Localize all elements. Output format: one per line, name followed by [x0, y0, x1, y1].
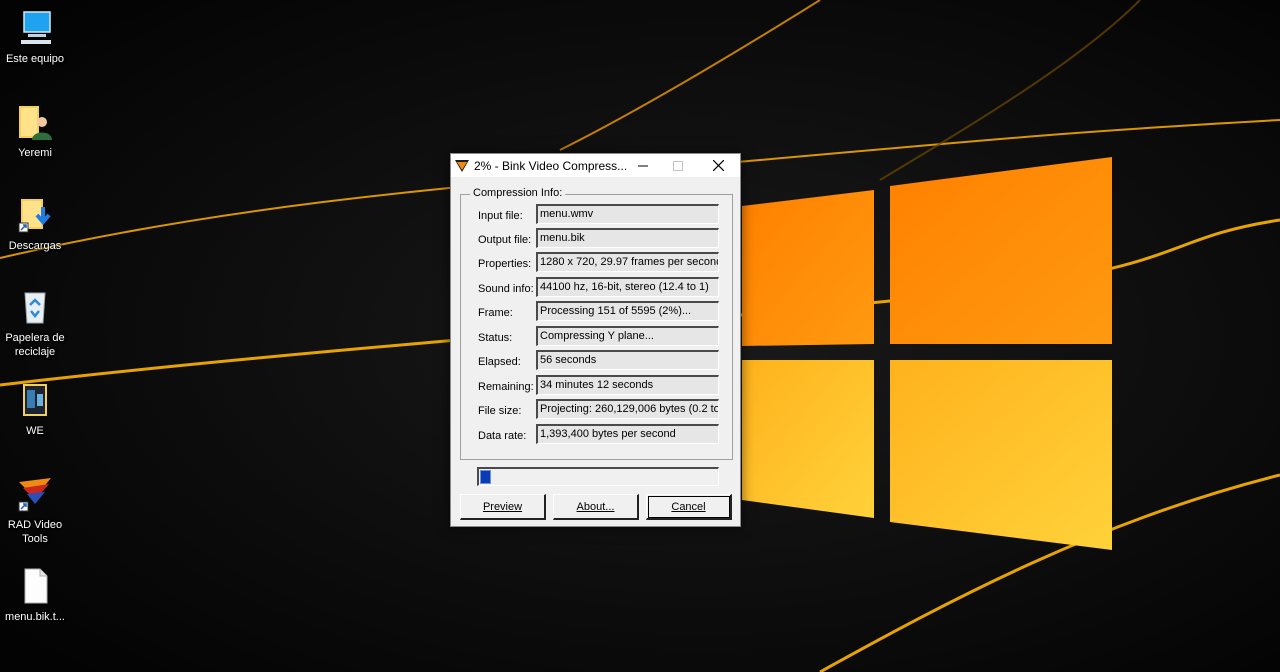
file-size-label: File size:	[478, 405, 522, 417]
remaining-label: Remaining:	[478, 381, 534, 393]
recycle-bin-icon	[24, 292, 46, 324]
desktop-icon-papelera[interactable]: Papelera de reciclaje	[0, 287, 70, 359]
frame-field: Processing 151 of 5595 (2%)...	[536, 301, 719, 321]
desktop-icon-label: Papelera de reciclaje	[5, 332, 65, 358]
frame-label: Frame:	[478, 307, 513, 319]
preview-button[interactable]: Preview	[460, 494, 546, 520]
user-folder-icon	[19, 106, 52, 140]
progress-fill	[480, 470, 491, 484]
file-size-field: Projecting: 260,129,006 bytes (0.2 to 1)	[536, 399, 719, 419]
file-icon	[24, 568, 48, 604]
sound-info-label: Sound info:	[478, 283, 534, 295]
desktop-icon-descargas[interactable]: Descargas	[0, 195, 70, 253]
downloads-folder-icon	[18, 199, 51, 233]
desktop-icon-rad-video-tools[interactable]: RAD Video Tools	[0, 474, 70, 546]
desktop-icon-label: Este equipo	[5, 53, 65, 65]
cancel-button[interactable]: Cancel	[646, 494, 732, 520]
title-bar[interactable]: 2% - Bink Video Compress...	[451, 154, 740, 177]
desktop-icon-label: RAD Video Tools	[7, 519, 63, 545]
elapsed-label: Elapsed:	[478, 356, 521, 368]
desktop-icon-yeremi[interactable]: Yeremi	[0, 102, 70, 160]
elapsed-field: 56 seconds	[536, 350, 719, 370]
data-rate-field: 1,393,400 bytes per second	[536, 424, 719, 444]
desktop-icon-label: WE	[26, 425, 44, 437]
input-file-label: Input file:	[478, 210, 523, 222]
desktop-icon-we[interactable]: WE	[0, 380, 70, 438]
status-field: Compressing Y plane...	[536, 326, 719, 346]
desktop-icon-label: menu.bik.t...	[5, 611, 65, 623]
minimize-icon	[638, 165, 648, 166]
group-label: Compression Info:	[470, 187, 566, 199]
desktop-icon-este-equipo[interactable]: Este equipo	[0, 8, 70, 66]
computer-icon	[21, 11, 51, 44]
folder-icon	[23, 384, 47, 416]
sound-info-field: 44100 hz, 16-bit, stereo (12.4 to 1)	[536, 277, 719, 297]
progress-bar	[477, 467, 719, 486]
bink-compress-dialog: 2% - Bink Video Compress... Compression …	[450, 153, 741, 527]
properties-label: Properties:	[478, 258, 532, 270]
about-button-label: About...	[576, 500, 615, 513]
input-file-field: menu.wmv	[536, 204, 719, 224]
about-button[interactable]: About...	[553, 494, 639, 520]
window-title: 2% - Bink Video Compress...	[474, 159, 628, 173]
rad-app-icon	[455, 160, 469, 172]
status-label: Status:	[478, 332, 513, 344]
desktop-icon-label: Yeremi	[18, 147, 52, 159]
close-icon	[712, 160, 724, 171]
data-rate-label: Data rate:	[478, 430, 527, 442]
desktop-icon-label: Descargas	[8, 240, 62, 252]
maximize-button[interactable]	[661, 154, 695, 177]
maximize-icon	[673, 160, 683, 171]
properties-field: 1280 x 720, 29.97 frames per second	[536, 252, 719, 272]
output-file-field: menu.bik	[536, 228, 719, 248]
close-button[interactable]	[701, 154, 735, 177]
preview-button-label: Preview	[482, 500, 523, 513]
rad-video-tools-icon	[18, 478, 51, 512]
cancel-button-label: Cancel	[671, 500, 706, 513]
minimize-button[interactable]	[626, 154, 660, 177]
output-file-label: Output file:	[478, 234, 532, 246]
desktop-icon-menu-bik[interactable]: menu.bik.t...	[0, 566, 70, 624]
remaining-field: 34 minutes 12 seconds	[536, 375, 719, 395]
